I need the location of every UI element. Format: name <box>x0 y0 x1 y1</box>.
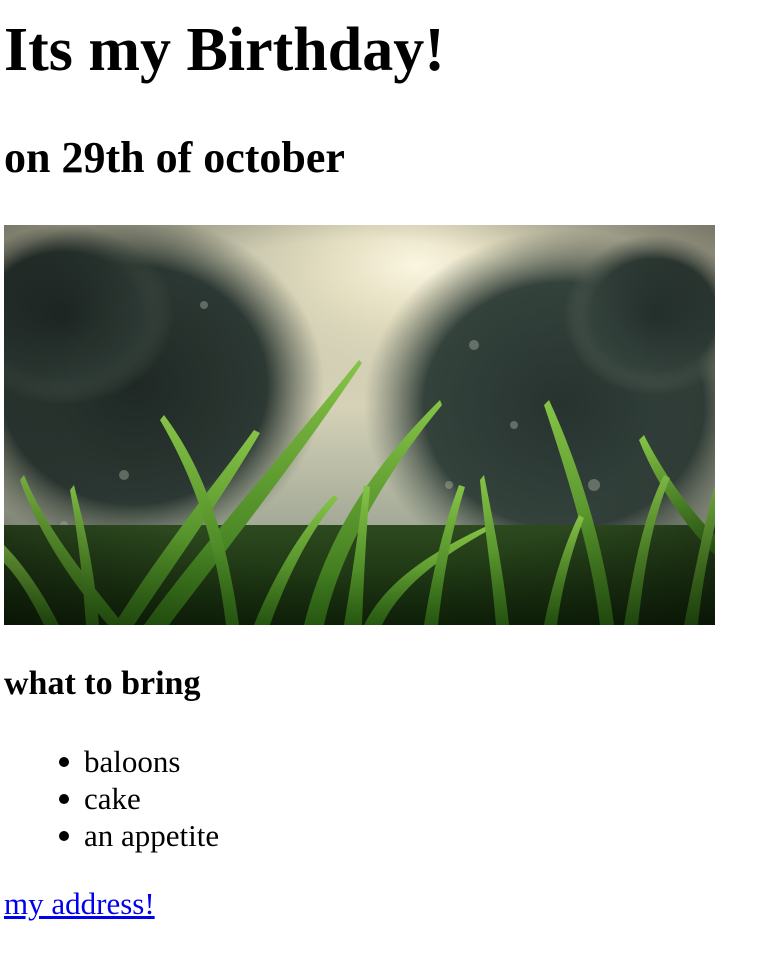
hero-image <box>4 225 715 625</box>
list-item: baloons <box>4 743 219 780</box>
bullet-icon <box>59 831 69 841</box>
page-title: Its my Birthday! <box>4 16 445 84</box>
what-to-bring-heading: what to bring <box>4 665 201 702</box>
list-item: an appetite <box>4 817 219 854</box>
list-item-label: an appetite <box>84 818 220 853</box>
list-item-label: cake <box>84 781 141 816</box>
bring-list: baloons cake an appetite <box>4 743 219 854</box>
list-item: cake <box>4 780 219 817</box>
address-link[interactable]: my address! <box>4 884 155 924</box>
date-subtitle: on 29th of october <box>4 133 345 182</box>
bullet-icon <box>59 794 69 804</box>
bullet-icon <box>59 757 69 767</box>
list-item-label: baloons <box>84 744 181 779</box>
